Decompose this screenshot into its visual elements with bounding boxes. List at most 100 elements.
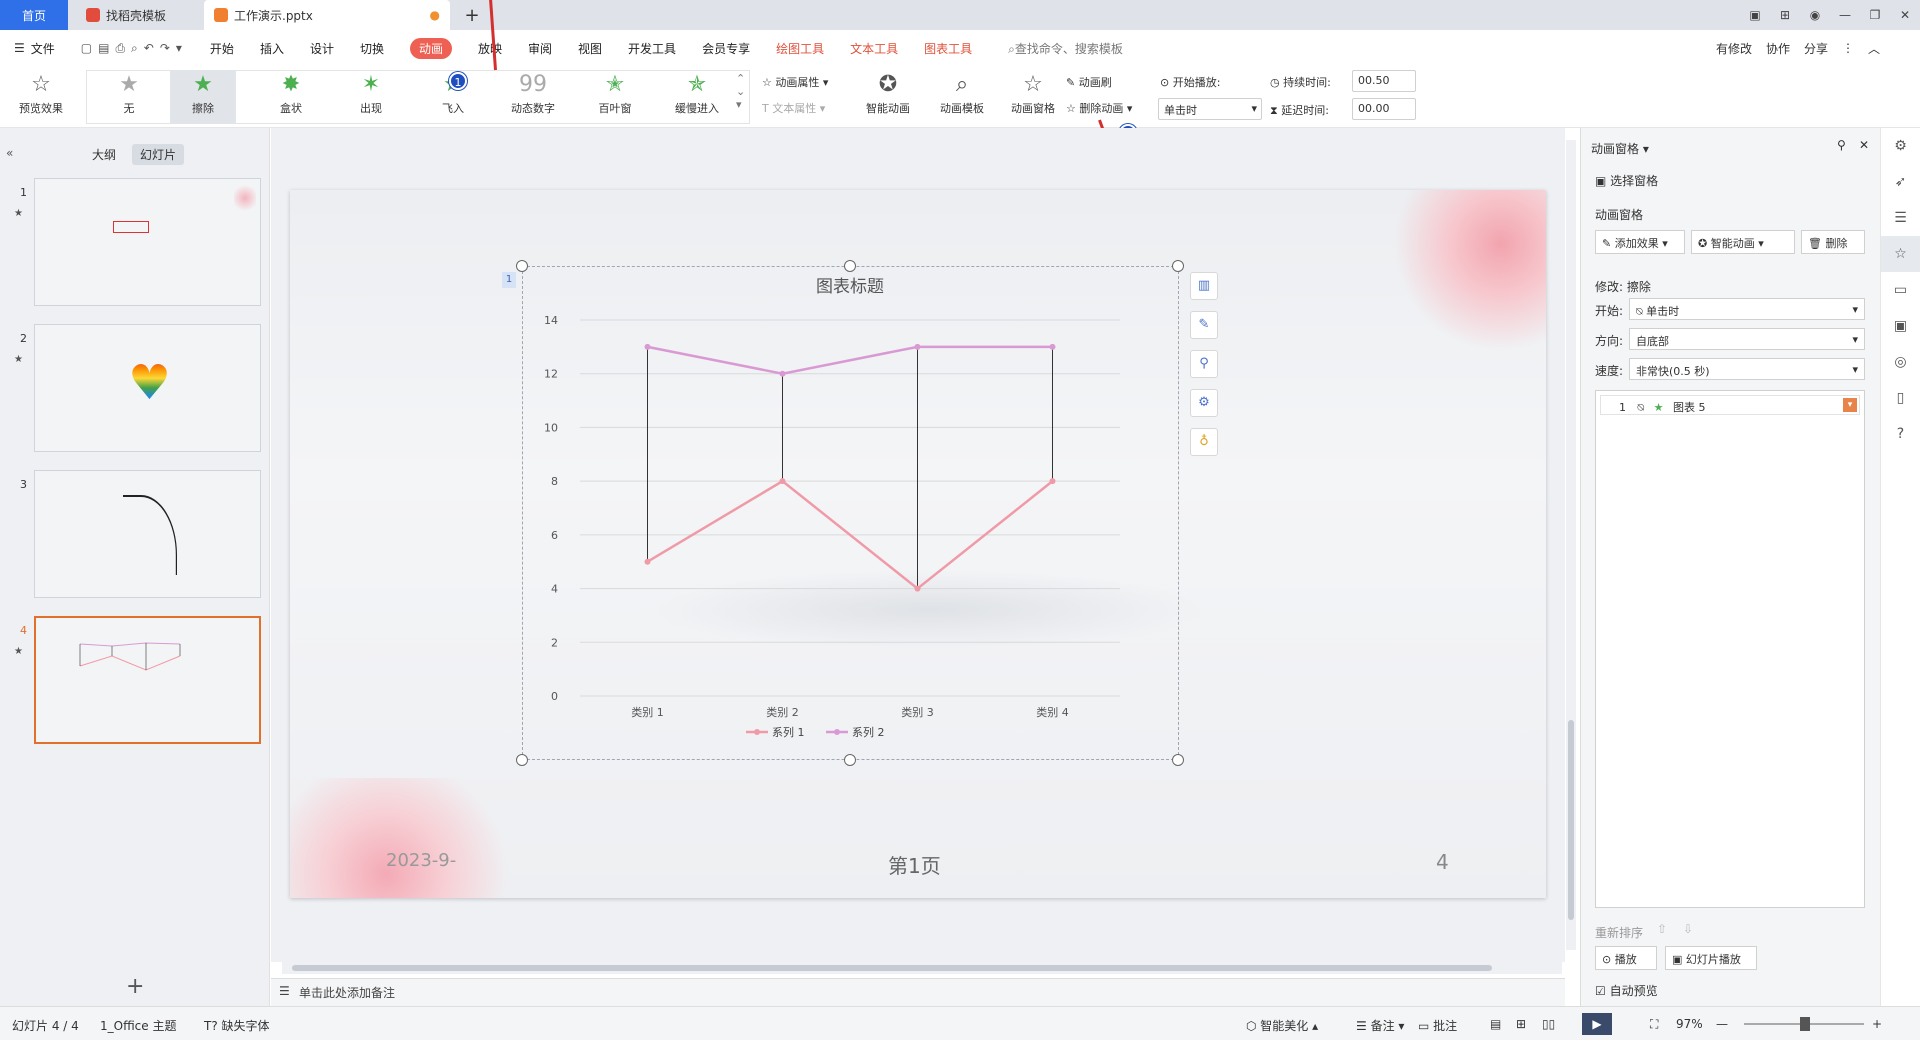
chart-settings-gear-icon[interactable]: ⚙ (1190, 389, 1218, 417)
anim-pane-button[interactable]: ☆ 动画窗格 (1000, 70, 1066, 124)
menu-start[interactable]: 开始 (210, 40, 234, 57)
chart-lightbulb-icon[interactable]: ♁ (1190, 428, 1218, 456)
new-tab-button[interactable]: + (460, 0, 484, 30)
effect-none[interactable]: ★ 无 (96, 70, 162, 124)
comment-icon[interactable]: ▭ (1881, 272, 1920, 308)
minimize-icon[interactable]: — (1830, 8, 1860, 22)
text-props-button[interactable]: T 文本属性 ▾ (762, 100, 825, 116)
tab-document[interactable]: 工作演示.pptx ● (204, 0, 450, 30)
has-changes-button[interactable]: 有修改 (1716, 40, 1752, 57)
move-up-icon[interactable]: ⇧ (1657, 922, 1667, 936)
rocket-icon[interactable]: ➶ (1881, 164, 1920, 200)
comments-toggle[interactable]: ▭ 批注 (1418, 1017, 1457, 1034)
menu-animation[interactable]: 动画 (409, 37, 452, 59)
autopreview-checkbox[interactable]: ☑ 自动预览 (1595, 982, 1658, 999)
menu-insert[interactable]: 插入 (260, 40, 284, 57)
start-select[interactable]: 单击时 ▾ (1158, 98, 1262, 120)
notes-toggle[interactable]: ☰ 备注 ▾ (1356, 1017, 1404, 1034)
gallery-scroll-icon[interactable]: ⌃ ⌄ ▾ (736, 72, 745, 111)
delete-anim-button[interactable]: ☆ 删除动画 ▾ (1066, 100, 1132, 116)
more-icon[interactable]: ⋮ (1842, 41, 1854, 55)
close-icon[interactable]: ✕ (1890, 8, 1920, 22)
scroll-thumb[interactable] (292, 965, 1492, 971)
select-pane-button[interactable]: ▣ 选择窗格 (1595, 172, 1658, 189)
effect-slow-enter[interactable]: ✯ 缓慢进入 (664, 70, 730, 124)
smart-anim-button[interactable]: ✪ 智能动画 (852, 70, 924, 124)
preview-effect-button[interactable]: ☆ 预览效果 (8, 70, 74, 124)
move-down-icon[interactable]: ⇩ (1683, 922, 1693, 936)
chart-style-brush-icon[interactable]: ✎ (1190, 311, 1218, 339)
command-search[interactable]: ⌕查找命令、搜索模板 (1008, 40, 1123, 57)
notes-bar[interactable]: ☰ 单击此处添加备注 (271, 978, 1565, 1006)
menu-review[interactable]: 审阅 (528, 40, 552, 57)
tab-slides[interactable]: 幻灯片 (132, 144, 185, 165)
sliders-icon[interactable]: ☰ (1881, 200, 1920, 236)
chart-elements-icon[interactable]: ▥ (1190, 272, 1218, 300)
quick-access-icons[interactable]: ▢▤⎙⌕↶↷▾ (81, 41, 188, 56)
zoom-in-icon[interactable]: + (1872, 1017, 1882, 1031)
effect-blinds[interactable]: ✭ 百叶窗 (582, 70, 648, 124)
menu-view[interactable]: 视图 (578, 40, 602, 57)
slide-thumbnail-1[interactable] (34, 178, 261, 306)
slide-thumbnail-2[interactable]: ♥ (34, 324, 261, 452)
start-dropdown[interactable]: ⍉ 单击时 ▾ (1629, 298, 1865, 320)
add-effect-button[interactable]: ✎ 添加效果 ▾ (1595, 230, 1685, 254)
tab-outline[interactable]: 大纲 (84, 144, 124, 165)
reading-view-icon[interactable]: ▯▯ (1542, 1017, 1555, 1031)
anim-brush-button[interactable]: ✎ 动画刷 (1066, 74, 1112, 90)
effect-wipe[interactable]: ★ 擦除 (170, 70, 236, 124)
hamburger-icon[interactable]: ☰ (14, 41, 25, 55)
collapse-panel-icon[interactable]: « (6, 146, 13, 160)
effect-box[interactable]: ✸ 盒状 (258, 70, 324, 124)
image-icon[interactable]: ▣ (1881, 308, 1920, 344)
play-slideshow-icon[interactable]: ▶ (1582, 1013, 1612, 1035)
menu-chart-tools[interactable]: 图表工具 (924, 40, 972, 57)
zoom-slider-thumb[interactable] (1800, 1017, 1810, 1031)
direction-dropdown[interactable]: 自底部 ▾ (1629, 328, 1865, 350)
avatar[interactable]: ◉ (1800, 8, 1830, 22)
theme-name[interactable]: 1_Office 主题 (100, 1017, 176, 1034)
fit-icon[interactable]: ⛶ (1650, 1017, 1658, 1032)
zoom-level[interactable]: 97% (1676, 1017, 1703, 1031)
tab-template[interactable]: 找稻壳模板 (74, 0, 200, 30)
vertical-scrollbar[interactable] (1566, 140, 1576, 950)
delete-effect-button[interactable]: 🗑 删除 (1801, 230, 1865, 254)
normal-view-icon[interactable]: ▤ (1490, 1017, 1501, 1031)
collaborate-button[interactable]: 协作 (1766, 40, 1790, 57)
add-slide-button[interactable]: + (126, 974, 144, 999)
slideshow-button[interactable]: ▣ 幻灯片播放 (1665, 946, 1757, 970)
slide-thumbnail-3[interactable] (34, 470, 261, 598)
smart-anim-pane-button[interactable]: ✪ 智能动画 ▾ (1691, 230, 1795, 254)
effect-appear[interactable]: ✶ 出现 (338, 70, 404, 124)
settings-icon[interactable]: ⚙ (1881, 128, 1920, 164)
anim-template-button[interactable]: ⌕ 动画模板 (926, 70, 998, 124)
menu-transition[interactable]: 切换 (360, 40, 384, 57)
slide-thumbnail-4[interactable] (34, 616, 261, 744)
menu-design[interactable]: 设计 (310, 40, 334, 57)
missing-font-button[interactable]: T? 缺失字体 (204, 1017, 270, 1034)
collapse-ribbon-icon[interactable]: ︿ (1868, 40, 1880, 57)
menu-developer[interactable]: 开发工具 (628, 40, 676, 57)
menu-slideshow[interactable]: 放映 (478, 40, 502, 57)
restore-icon[interactable]: ❐ (1860, 8, 1890, 22)
pane-title[interactable]: 动画窗格 ▾ (1591, 140, 1649, 157)
grid-view-icon[interactable]: ⊞ (1516, 1017, 1526, 1031)
book-icon[interactable]: ▯ (1881, 380, 1920, 416)
menu-drawing-tools[interactable]: 绘图工具 (776, 40, 824, 57)
close-pane-icon[interactable]: ✕ (1859, 138, 1869, 152)
scroll-thumb[interactable] (1568, 720, 1574, 920)
zoom-out-icon[interactable]: — (1716, 1017, 1728, 1031)
chart-filter-icon[interactable]: ⚲ (1190, 350, 1218, 378)
share-button[interactable]: 分享 (1804, 40, 1828, 57)
horizontal-scrollbar[interactable] (282, 962, 1562, 974)
pin-icon[interactable]: ⚲ (1837, 138, 1846, 152)
anim-props-button[interactable]: ☆ 动画属性 ▾ (762, 74, 828, 90)
menu-file[interactable]: 文件 (31, 40, 55, 57)
help-icon[interactable]: ? (1881, 416, 1920, 452)
item-dropdown-icon[interactable]: ▾ (1843, 398, 1857, 412)
play-button[interactable]: ⊙ 播放 (1595, 946, 1657, 970)
apps-grid-icon[interactable]: ⊞ (1770, 8, 1800, 22)
duration-input[interactable]: 00.50 (1352, 70, 1416, 92)
star-icon[interactable]: ☆ (1881, 236, 1920, 272)
effect-dynamic-number[interactable]: 99 动态数字 (500, 70, 566, 124)
